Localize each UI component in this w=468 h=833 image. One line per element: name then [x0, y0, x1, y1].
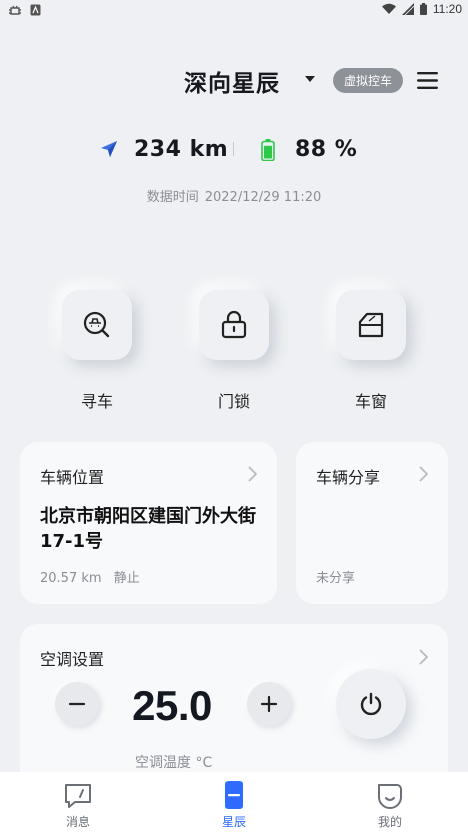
virtual-control-button[interactable]: 虚拟控车	[333, 68, 403, 93]
vehicle-state: 静止	[113, 571, 140, 586]
temperature-decrease-button[interactable]	[55, 682, 99, 726]
power-icon	[360, 692, 382, 716]
share-card-title: 车辆分享	[316, 468, 381, 487]
lock-icon	[221, 310, 247, 339]
wifi-icon	[381, 3, 396, 14]
location-distance: 20.57 km	[40, 571, 102, 586]
climate-card-title: 空调设置	[40, 650, 105, 669]
plus-icon	[260, 695, 278, 713]
app-notification-icon	[30, 4, 41, 16]
bottom-navigation: 消息 星辰 我的	[0, 772, 468, 833]
door-lock-button[interactable]	[199, 290, 269, 360]
battery-value: 88 %	[295, 137, 358, 162]
climate-power-button[interactable]	[336, 669, 406, 739]
share-status: 未分享	[316, 571, 356, 586]
nav-label-messages: 消息	[65, 815, 90, 829]
stat-divider	[233, 142, 234, 156]
car-window-label: 车窗	[354, 392, 387, 411]
battery-fill	[264, 145, 272, 159]
profile-icon	[378, 784, 402, 809]
nav-item-messages[interactable]: 消息	[28, 772, 128, 833]
find-car-icon	[83, 311, 110, 338]
signal-icon	[401, 3, 414, 15]
data-time-value: 2022/12/29 11:20	[204, 190, 322, 205]
location-address: 北京市朝阳区建国门外大街17-1号	[40, 506, 256, 552]
find-car-button[interactable]	[62, 290, 132, 360]
location-card-title: 车辆位置	[40, 468, 105, 487]
system-icons: 11:20	[381, 2, 462, 16]
navigation-arrow-icon	[101, 141, 117, 157]
bug-icon	[9, 5, 21, 15]
nav-item-profile[interactable]: 我的	[340, 772, 440, 833]
temperature-label: 空调温度 °C	[135, 755, 213, 771]
minus-icon	[68, 702, 86, 706]
location-meta: 20.57 km 静止	[40, 567, 140, 586]
battery-status-icon	[419, 3, 427, 15]
battery-icon	[261, 139, 275, 161]
location-chevron-right-icon[interactable]	[247, 466, 257, 482]
car-window-button[interactable]	[336, 290, 406, 360]
range-value: 234 km	[134, 137, 229, 162]
share-chevron-right-icon[interactable]	[418, 466, 428, 482]
menu-icon[interactable]	[417, 72, 438, 89]
door-lock-label: 门锁	[217, 392, 250, 411]
message-icon	[65, 784, 91, 808]
data-time-label: 数据时间	[146, 190, 199, 205]
temperature-increase-button[interactable]	[247, 682, 291, 726]
clock: 11:20	[432, 2, 462, 16]
nav-label-home: 星辰	[221, 815, 246, 829]
data-timestamp: 数据时间 2022/12/29 11:20	[0, 186, 468, 205]
car-switch-dropdown-icon[interactable]	[305, 76, 315, 82]
status-bar: 11:20	[0, 0, 468, 22]
notification-icons	[8, 3, 41, 17]
window-icon	[358, 312, 384, 338]
car-name[interactable]: 深向星辰	[184, 64, 280, 98]
find-car-label: 寻车	[80, 392, 113, 411]
car-icon	[225, 781, 243, 809]
temperature-value: 25.0	[132, 682, 212, 729]
nav-item-home[interactable]: 星辰	[184, 772, 284, 833]
climate-chevron-right-icon[interactable]	[418, 649, 428, 665]
nav-label-profile: 我的	[377, 815, 402, 829]
